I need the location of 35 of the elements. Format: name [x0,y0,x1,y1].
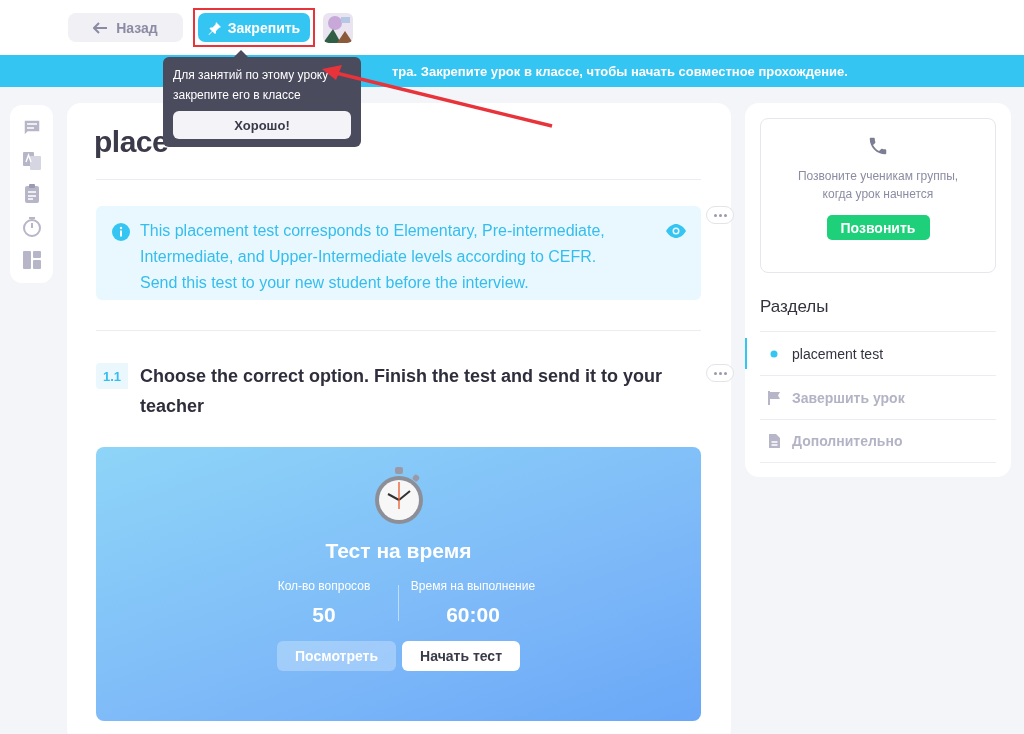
more-button[interactable] [706,206,734,224]
back-button[interactable]: Назад [68,13,183,42]
stat-label: Кол-во вопросов [277,579,371,593]
tooltip-text: Для занятий по этому уроку закрепите его в классе [173,67,330,104]
phone-icon [867,135,889,157]
question-number: 1.1 [96,363,128,389]
question-text: Choose the correct option. Finish the test and send it to your teacher [140,365,664,418]
timer-icon[interactable] [20,216,43,238]
back-arrow-icon [93,21,109,34]
pin-icon [207,20,222,35]
test-title: Тест на время [325,539,472,563]
document-icon [766,433,782,449]
flag-icon [766,389,782,406]
lesson-title: place [94,124,169,160]
stopwatch-icon [372,467,425,525]
stat-value: 50 [312,603,336,627]
eye-icon[interactable] [665,224,687,238]
dashboard-icon[interactable] [20,249,43,271]
translate-icon[interactable] [20,150,43,172]
pin-button[interactable]: Закрепить [198,13,310,42]
stat-value: 60:00 [446,603,500,627]
sections-title: Разделы [760,297,830,318]
section-item[interactable]: Завершить урок [792,389,905,406]
info-text: This placement test corresponds to Elementary, Pre-intermediate, Intermediate, and Upper-Intermediate levels according to CEFR. Send this test to your new student before the interview. [140,221,606,293]
call-button[interactable]: Позвонить [826,215,930,240]
more-button[interactable] [706,364,734,382]
start-test-button[interactable]: Начать тест [402,641,520,671]
info-icon [112,223,130,241]
preview-button[interactable]: Посмотреть [277,641,397,671]
ok-button[interactable]: Хорошо! [173,111,351,139]
banner-text: тра. Закрепите урок в классе, чтобы начать совместное прохождение. [392,63,848,79]
stat-label: Время на выполнение [410,579,536,593]
section-item[interactable]: placement test [792,345,884,362]
call-hint: Позвоните ученикам группы, когда урок начнется [796,168,960,203]
section-item[interactable]: Дополнительно [792,433,903,449]
